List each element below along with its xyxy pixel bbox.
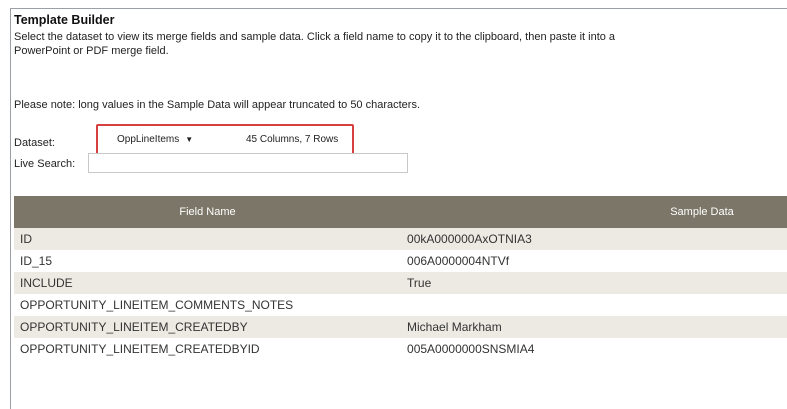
dataset-label: Dataset: [14,137,55,149]
field-name-cell[interactable]: OPPORTUNITY_LINEITEM_CREATEDBYID [14,338,402,360]
table-row: INCLUDE True [14,272,787,294]
sample-data-cell: True [401,272,787,294]
description-line-1: Select the dataset to view its merge fie… [14,31,616,43]
table-row: OPPORTUNITY_LINEITEM_CREATEDBY Michael M… [14,316,787,338]
merge-fields-table: Field Name Sample Data ID 00kA000000AxOT… [14,196,787,360]
table-row: ID 00kA000000AxOTNIA3 [14,228,787,250]
live-search-label: Live Search: [14,158,76,170]
table-header-row: Field Name Sample Data [14,196,787,228]
table-row: OPPORTUNITY_LINEITEM_COMMENTS_NOTES [14,294,787,316]
description-line-2: PowerPoint or PDF merge field. [14,45,169,57]
field-name-cell[interactable]: ID [14,228,402,250]
field-name-cell[interactable]: OPPORTUNITY_LINEITEM_CREATEDBY [14,316,402,338]
column-header-sample-data[interactable]: Sample Data [401,196,787,228]
sample-data-cell: 006A0000004NTVf [401,250,787,272]
field-name-cell[interactable]: INCLUDE [14,272,402,294]
dataset-select[interactable]: OppLineItems ▼ [113,132,199,148]
chevron-down-icon: ▼ [185,135,194,144]
field-name-cell[interactable]: OPPORTUNITY_LINEITEM_COMMENTS_NOTES [14,294,402,316]
truncation-note: Please note: long values in the Sample D… [14,99,421,111]
sample-data-cell: 00kA000000AxOTNIA3 [401,228,787,250]
column-header-field-name[interactable]: Field Name [14,196,402,228]
dataset-info: 45 Columns, 7 Rows [246,134,339,145]
table-row: OPPORTUNITY_LINEITEM_CREATEDBYID 005A000… [14,338,787,360]
sample-data-cell [401,294,787,316]
table-row: ID_15 006A0000004NTVf [14,250,787,272]
dataset-select-value: OppLineItems [117,134,180,145]
live-search-input[interactable] [88,153,408,173]
sample-data-cell: Michael Markham [401,316,787,338]
field-name-cell[interactable]: ID_15 [14,250,402,272]
sample-data-cell: 005A0000000SNSMIA4 [401,338,787,360]
page-title: Template Builder [14,13,115,27]
description: Select the dataset to view its merge fie… [14,30,787,58]
